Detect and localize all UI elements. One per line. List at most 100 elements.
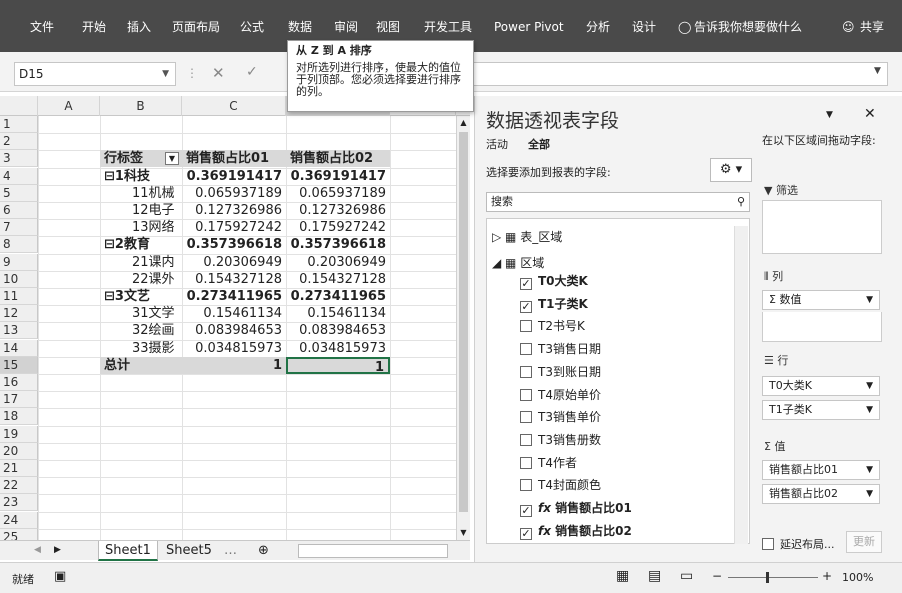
horizontal-scrollbar[interactable] — [298, 544, 448, 558]
row-header[interactable]: 23 — [0, 494, 38, 512]
scroll-down-icon[interactable]: ▼ — [457, 526, 470, 540]
pivot-cell[interactable]: 0.154327128 — [182, 271, 286, 288]
pivot-cell[interactable]: 0.034815973 — [182, 340, 286, 357]
row-header[interactable]: 7 — [0, 219, 38, 237]
row-header[interactable]: 14 — [0, 339, 38, 357]
table-item-2[interactable]: ◢ ▦ 区域 — [492, 254, 544, 271]
pivot-cell[interactable]: 0.20306949 — [182, 254, 286, 271]
row-header[interactable]: 24 — [0, 511, 38, 529]
field-search-input[interactable]: 搜索 ⚲ — [486, 192, 750, 212]
ribbon-tab-0[interactable]: 文件 — [30, 16, 54, 38]
pivot-cell[interactable]: 22课外 — [100, 271, 182, 288]
rows-item-2[interactable]: T1子类K ▼ — [762, 400, 880, 420]
field-item[interactable]: T4原始单价 — [520, 386, 601, 404]
columns-drop-area[interactable] — [762, 312, 882, 342]
macro-record-icon[interactable]: ▣ — [54, 569, 66, 584]
checked-checkbox-icon[interactable]: ✓ — [520, 300, 532, 313]
scroll-up-icon[interactable]: ▲ — [457, 116, 470, 130]
columns-item[interactable]: Σ 数值 ▼ — [762, 290, 880, 310]
field-item[interactable]: T4作者 — [520, 454, 577, 472]
name-box[interactable]: D15 ▼ — [14, 62, 176, 86]
share-button[interactable]: 共享 — [860, 16, 884, 38]
ribbon-tab-3[interactable]: 页面布局 — [172, 16, 220, 38]
filter-dropdown-icon[interactable]: ▼ — [165, 152, 179, 166]
checked-checkbox-icon[interactable]: ✓ — [520, 278, 532, 290]
ribbon-tab-11[interactable]: 设计 — [632, 16, 656, 38]
row-header[interactable]: 18 — [0, 408, 38, 426]
field-item[interactable]: T3销售日期 — [520, 340, 601, 358]
checkbox-icon[interactable] — [520, 456, 532, 469]
sheet-tab-sheet5[interactable]: Sheet5 — [160, 541, 218, 561]
checkbox-icon[interactable] — [520, 320, 532, 333]
pivot-cell[interactable]: 0.175927242 — [286, 219, 390, 236]
row-header[interactable]: 21 — [0, 460, 38, 477]
row-header[interactable]: 11 — [0, 288, 38, 305]
field-item[interactable]: T4封面颜色 — [520, 476, 601, 494]
pivot-cell[interactable]: 0.034815973 — [286, 340, 390, 357]
ribbon-tab-5[interactable]: 数据 — [288, 16, 312, 38]
row-header[interactable]: 15 — [0, 356, 38, 374]
field-list-scrollbar[interactable] — [734, 226, 748, 544]
pivot-cell[interactable]: 31文学 — [100, 305, 182, 322]
pivot-total-cell[interactable]: 总计 — [100, 356, 182, 374]
row-header[interactable]: 19 — [0, 425, 38, 443]
page-layout-icon[interactable]: ▤ — [648, 568, 661, 584]
pivot-cell[interactable]: 0.127326986 — [286, 202, 390, 219]
checked-checkbox-icon[interactable]: ✓ — [520, 527, 532, 540]
pivot-cell[interactable]: 0.369191417 — [286, 168, 390, 185]
ribbon-tab-10[interactable]: 分析 — [586, 16, 610, 38]
field-item[interactable]: ✓ T0大类K — [520, 272, 588, 290]
ribbon-tab-6[interactable]: 审阅 — [334, 16, 358, 38]
add-sheet-icon[interactable]: ⊕ — [252, 541, 275, 561]
checkbox-icon[interactable] — [520, 365, 532, 378]
gear-icon[interactable]: ⚙ ▾ — [710, 158, 752, 182]
checkbox-icon[interactable] — [520, 479, 532, 492]
ribbon-tab-8[interactable]: 开发工具 — [424, 16, 472, 38]
values-item-2[interactable]: 销售额占比02 ▼ — [762, 484, 880, 504]
tab-all[interactable]: 全部 — [528, 136, 550, 152]
scroll-thumb[interactable] — [459, 132, 468, 512]
zoom-level[interactable]: 100% — [842, 571, 873, 584]
tell-me-box[interactable]: 告诉我你想要做什么 — [694, 16, 802, 38]
pivot-cell[interactable]: 0.357396618 — [286, 236, 390, 253]
values-item-1[interactable]: 销售额占比01 ▼ — [762, 460, 880, 480]
row-header[interactable]: 16 — [0, 374, 38, 391]
pivot-cell[interactable]: 0.175927242 — [182, 219, 286, 236]
chevron-down-icon[interactable]: ▼ — [866, 401, 873, 419]
chevron-down-icon[interactable]: ▼ — [866, 461, 873, 479]
checkbox-icon[interactable] — [520, 433, 532, 446]
chevron-down-icon[interactable]: ▼ — [162, 63, 169, 85]
ribbon-tab-9[interactable]: Power Pivot — [494, 16, 564, 38]
column-header[interactable]: A — [38, 96, 100, 116]
pivot-cell[interactable]: 0.273411965 — [182, 288, 286, 305]
pivot-cell[interactable]: 0.369191417 — [182, 168, 286, 185]
table-item-1[interactable]: ▷ ▦ 表_区域 — [492, 228, 562, 245]
pivot-cell[interactable]: 0.273411965 — [286, 288, 390, 305]
select-all-corner[interactable] — [0, 96, 38, 116]
filter-drop-area[interactable] — [762, 200, 882, 254]
field-item[interactable]: T3销售单价 — [520, 408, 601, 426]
pivot-cell[interactable]: 13网络 — [100, 219, 182, 236]
pivot-cell[interactable]: 32绘画 — [100, 322, 182, 339]
pivot-cell[interactable]: ⊟1科技 — [100, 168, 182, 185]
row-header[interactable]: 4 — [0, 167, 38, 185]
row-header[interactable]: 22 — [0, 477, 38, 495]
pivot-header-cell[interactable]: 销售额占比02 — [286, 150, 390, 168]
pivot-cell[interactable]: 12电子 — [100, 202, 182, 219]
checkbox-icon[interactable] — [520, 411, 532, 424]
normal-view-icon[interactable]: ▦ — [616, 568, 629, 584]
row-header[interactable]: 12 — [0, 305, 38, 323]
pivot-cell[interactable]: 0.065937189 — [182, 185, 286, 202]
pivot-cell[interactable]: ⊟2教育 — [100, 236, 182, 253]
ribbon-tab-1[interactable]: 开始 — [82, 16, 106, 38]
zoom-in-icon[interactable]: + — [822, 569, 832, 583]
zoom-slider[interactable] — [728, 577, 818, 578]
pivot-cell[interactable]: 0.065937189 — [286, 185, 390, 202]
panel-options-icon[interactable]: ▼ — [826, 110, 833, 120]
close-icon[interactable]: ✕ — [864, 106, 876, 122]
chevron-down-icon[interactable]: ▼ — [866, 485, 873, 503]
zoom-slider-thumb[interactable] — [766, 572, 769, 583]
pivot-cell[interactable]: 33摄影 — [100, 340, 182, 357]
update-button[interactable]: 更新 — [846, 531, 882, 553]
field-item[interactable]: ✓ T1子类K — [520, 295, 588, 313]
